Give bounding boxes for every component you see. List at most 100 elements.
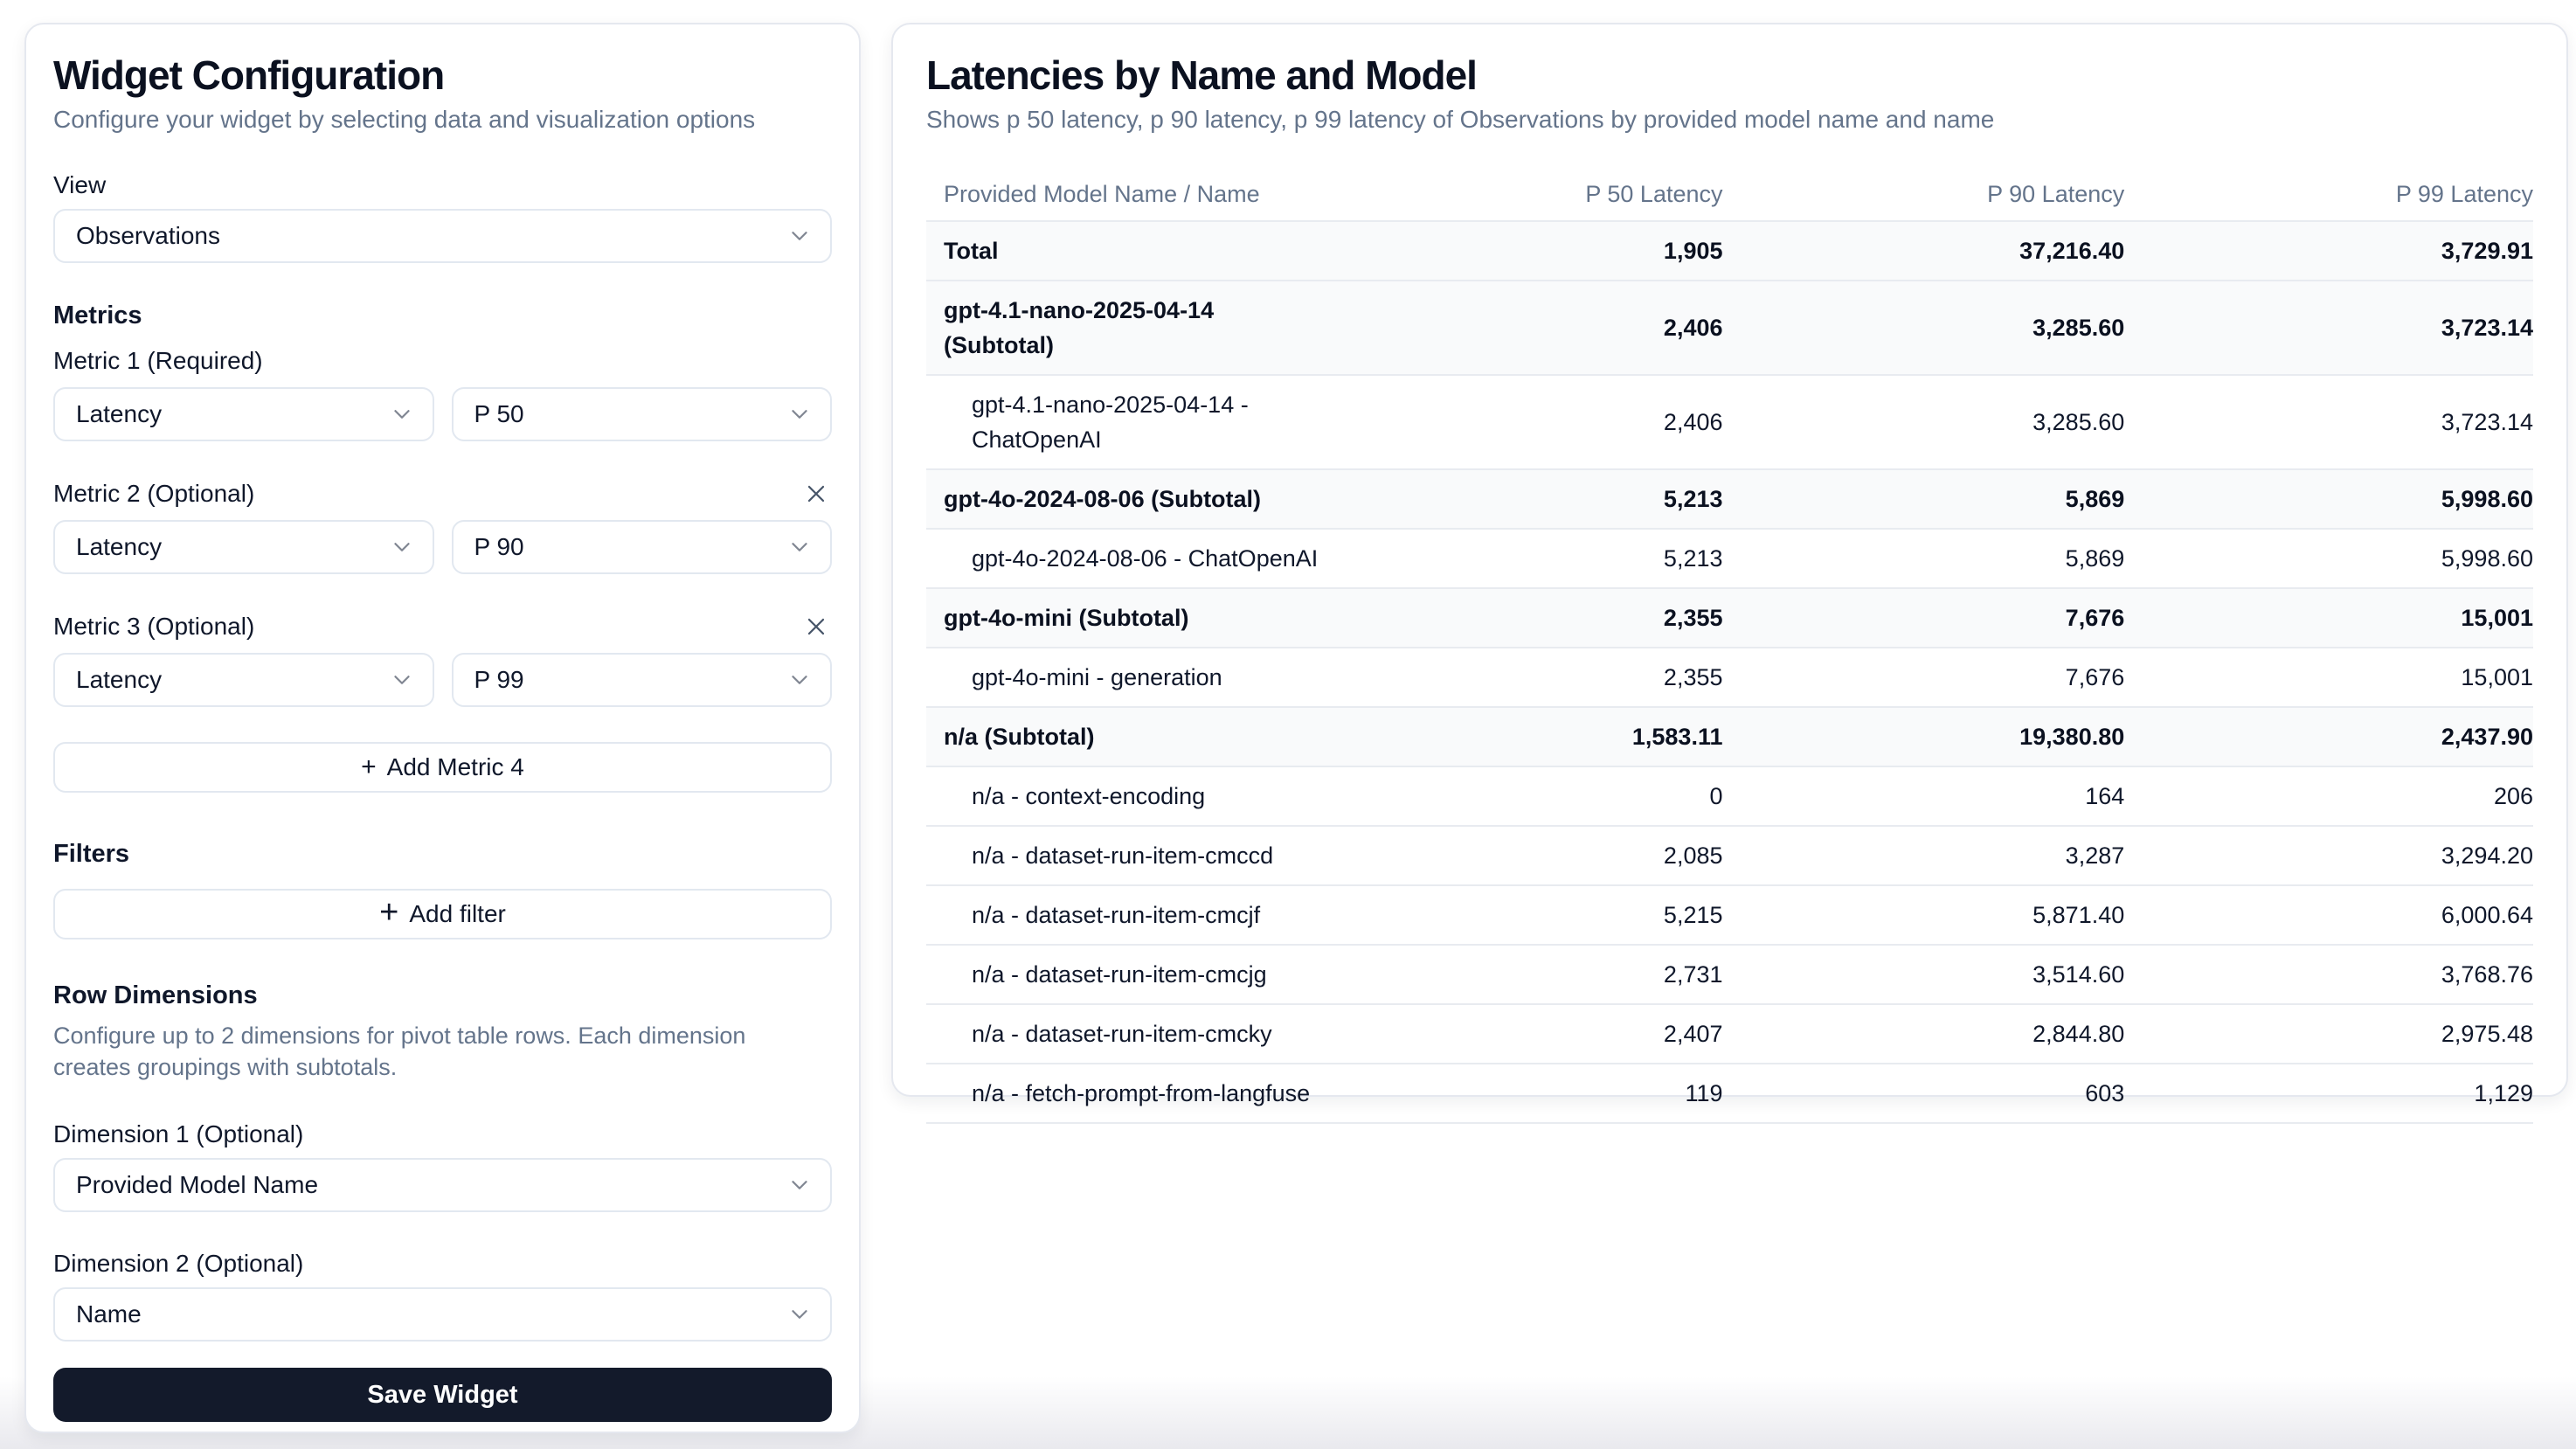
- save-widget-button[interactable]: Save Widget: [53, 1368, 832, 1422]
- row-p90: 2,844.80: [1730, 1004, 2132, 1064]
- column-header-p99: P 99 Latency: [2131, 169, 2533, 221]
- row-p50: 1,905: [1328, 221, 1730, 281]
- table-row: gpt-4.1-nano-2025-04-14 (Subtotal) 2,406…: [926, 281, 2533, 375]
- add-filter-button[interactable]: + Add filter: [53, 889, 832, 939]
- row-p90: 7,676: [1730, 648, 2132, 707]
- metric-block: Metric 1 (Required) Latency P 50: [53, 345, 832, 441]
- chevron-down-icon: [786, 1172, 813, 1198]
- row-p50: 2,355: [1328, 588, 1730, 648]
- table-row: n/a - dataset-run-item-cmcky 2,407 2,844…: [926, 1004, 2533, 1064]
- metric-aggregation-select[interactable]: P 50: [452, 387, 833, 441]
- view-select-value: Observations: [76, 222, 220, 250]
- table-header-row: Provided Model Name / Name P 50 Latency …: [926, 169, 2533, 221]
- row-dimensions-description: Configure up to 2 dimensions for pivot t…: [53, 1020, 787, 1083]
- row-p99: 3,723.14: [2131, 281, 2533, 375]
- row-p50: 1,583.11: [1328, 707, 1730, 766]
- column-header-p50: P 50 Latency: [1328, 169, 1730, 221]
- metric-measure-select[interactable]: Latency: [53, 653, 434, 707]
- table-row: gpt-4o-2024-08-06 (Subtotal) 5,213 5,869…: [926, 469, 2533, 529]
- table-row: gpt-4o-mini - generation 2,355 7,676 15,…: [926, 648, 2533, 707]
- dimension-2-select[interactable]: Name: [53, 1287, 832, 1342]
- table-row: n/a (Subtotal) 1,583.11 19,380.80 2,437.…: [926, 707, 2533, 766]
- row-p90: 5,871.40: [1730, 885, 2132, 945]
- row-p99: 2,975.48: [2131, 1004, 2533, 1064]
- metric-label: Metric 1 (Required): [53, 348, 263, 374]
- remove-metric-button[interactable]: [800, 611, 832, 642]
- row-p99: 3,768.76: [2131, 945, 2533, 1004]
- table-row: Total 1,905 37,216.40 3,729.91: [926, 221, 2533, 281]
- row-p50: 2,406: [1328, 375, 1730, 469]
- row-name: gpt-4o-mini - generation: [926, 648, 1328, 707]
- chart-title: Latencies by Name and Model: [926, 52, 2533, 98]
- dimension-1-select-value: Provided Model Name: [76, 1171, 318, 1199]
- aggregation-select-value: P 99: [474, 666, 524, 694]
- metric-label: Metric 2 (Optional): [53, 481, 254, 507]
- row-p50: 2,085: [1328, 826, 1730, 885]
- row-p90: 3,285.60: [1730, 375, 2132, 469]
- add-metric-button[interactable]: + Add Metric 4: [53, 742, 832, 793]
- row-p50: 2,731: [1328, 945, 1730, 1004]
- row-p99: 2,437.90: [2131, 707, 2533, 766]
- row-p99: 1,129: [2131, 1064, 2533, 1123]
- row-name: gpt-4.1-nano-2025-04-14 (Subtotal): [926, 281, 1328, 375]
- dimension-1-label: Dimension 1 (Optional): [53, 1121, 832, 1147]
- metric-label: Metric 3 (Optional): [53, 614, 254, 640]
- metric-measure-select[interactable]: Latency: [53, 387, 434, 441]
- chevron-down-icon: [786, 534, 813, 560]
- row-p90: 19,380.80: [1730, 707, 2132, 766]
- row-p50: 2,355: [1328, 648, 1730, 707]
- row-p90: 5,869: [1730, 469, 2132, 529]
- add-filter-label: Add filter: [409, 900, 506, 928]
- plus-icon: +: [361, 754, 377, 780]
- metric-block: Metric 2 (Optional) Latency P 90: [53, 478, 832, 574]
- row-name: n/a (Subtotal): [926, 707, 1328, 766]
- row-p90: 603: [1730, 1064, 2132, 1123]
- row-p50: 119: [1328, 1064, 1730, 1123]
- row-name: n/a - dataset-run-item-cmccd: [926, 826, 1328, 885]
- widget-preview-panel: Latencies by Name and Model Shows p 50 l…: [891, 23, 2568, 1097]
- row-p99: 5,998.60: [2131, 469, 2533, 529]
- dimension-2-select-value: Name: [76, 1300, 142, 1328]
- view-label: View: [53, 172, 832, 198]
- row-name: n/a - dataset-run-item-cmcjg: [926, 945, 1328, 1004]
- column-header-name: Provided Model Name / Name: [926, 169, 1328, 221]
- row-p90: 3,514.60: [1730, 945, 2132, 1004]
- row-p99: 6,000.64: [2131, 885, 2533, 945]
- metric-measure-select[interactable]: Latency: [53, 520, 434, 574]
- table-row: n/a - dataset-run-item-cmcjg 2,731 3,514…: [926, 945, 2533, 1004]
- table-row: n/a - context-encoding 0 164 206: [926, 766, 2533, 826]
- plus-icon: +: [379, 896, 398, 929]
- table-row: n/a - fetch-prompt-from-langfuse 119 603…: [926, 1064, 2533, 1123]
- row-p90: 3,287: [1730, 826, 2132, 885]
- row-p99: 5,998.60: [2131, 529, 2533, 588]
- row-name: gpt-4o-2024-08-06 - ChatOpenAI: [926, 529, 1328, 588]
- chevron-down-icon: [786, 223, 813, 249]
- row-name: n/a - fetch-prompt-from-langfuse: [926, 1064, 1328, 1123]
- row-name: gpt-4o-2024-08-06 (Subtotal): [926, 469, 1328, 529]
- view-select[interactable]: Observations: [53, 209, 832, 263]
- table-row: n/a - dataset-run-item-cmcjf 5,215 5,871…: [926, 885, 2533, 945]
- metric-aggregation-select[interactable]: P 90: [452, 520, 833, 574]
- chart-subtitle: Shows p 50 latency, p 90 latency, p 99 l…: [926, 106, 2533, 134]
- dimension-1-select[interactable]: Provided Model Name: [53, 1158, 832, 1212]
- remove-metric-button[interactable]: [800, 478, 832, 510]
- row-p50: 5,215: [1328, 885, 1730, 945]
- row-p90: 5,869: [1730, 529, 2132, 588]
- row-p50: 2,407: [1328, 1004, 1730, 1064]
- row-p50: 5,213: [1328, 469, 1730, 529]
- row-name: gpt-4o-mini (Subtotal): [926, 588, 1328, 648]
- metric-aggregation-select[interactable]: P 99: [452, 653, 833, 707]
- table-row: gpt-4o-mini (Subtotal) 2,355 7,676 15,00…: [926, 588, 2533, 648]
- filters-heading: Filters: [53, 840, 832, 868]
- chevron-down-icon: [786, 401, 813, 427]
- row-p99: 15,001: [2131, 648, 2533, 707]
- table-row: gpt-4.1-nano-2025-04-14 - ChatOpenAI 2,4…: [926, 375, 2533, 469]
- aggregation-select-value: P 90: [474, 533, 524, 561]
- panel-subtitle: Configure your widget by selecting data …: [53, 106, 832, 134]
- row-p90: 3,285.60: [1730, 281, 2132, 375]
- row-dimensions-heading: Row Dimensions: [53, 981, 832, 1009]
- column-header-p90: P 90 Latency: [1730, 169, 2132, 221]
- metrics-heading: Metrics: [53, 302, 832, 329]
- close-icon: [802, 613, 830, 641]
- pivot-table: Provided Model Name / Name P 50 Latency …: [926, 169, 2533, 1124]
